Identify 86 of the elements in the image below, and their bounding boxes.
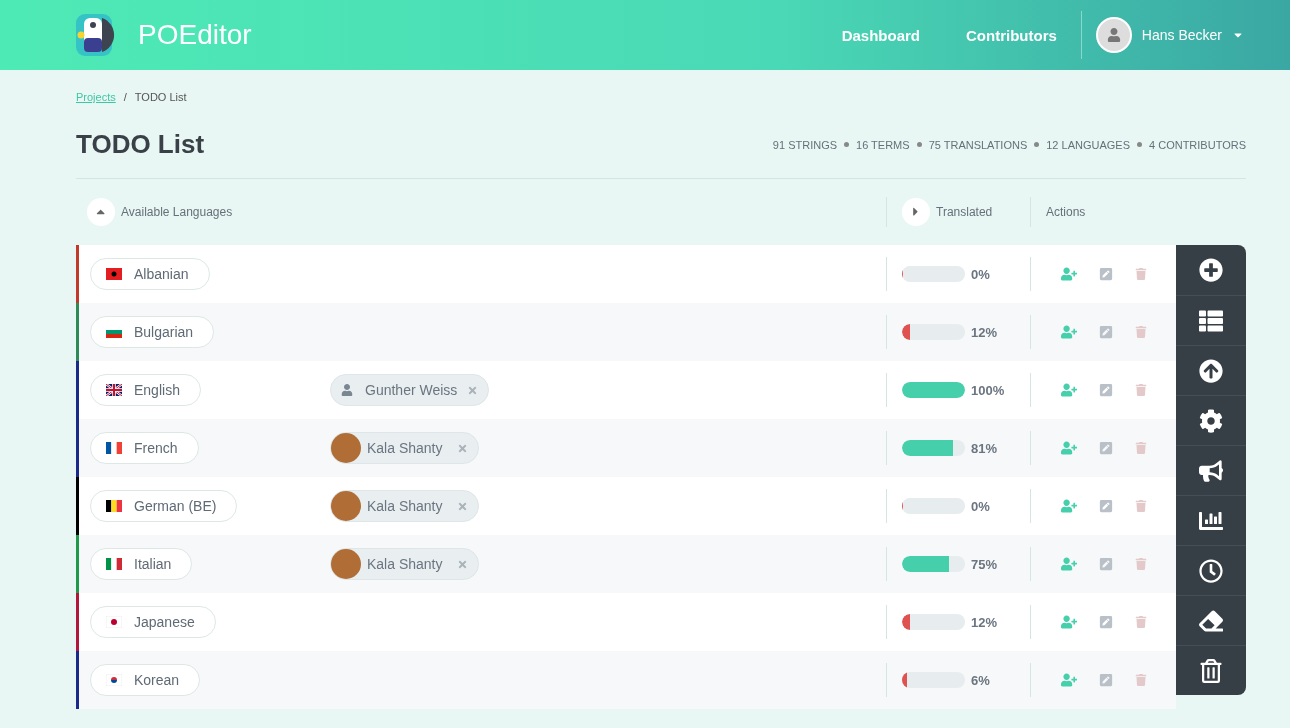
add-contributor-button[interactable] (1061, 498, 1077, 514)
delete-button[interactable] (1135, 384, 1147, 396)
list-icon (1199, 308, 1223, 333)
add-contributor-button[interactable] (1061, 440, 1077, 456)
delete-button[interactable] (1135, 616, 1147, 628)
remove-icon[interactable] (456, 500, 468, 512)
delete-button[interactable] (1135, 558, 1147, 570)
trash-icon (1199, 658, 1223, 683)
add-contributor-button[interactable] (1061, 382, 1077, 398)
language-tag[interactable]: Albanian (90, 258, 210, 290)
language-tag[interactable]: Korean (90, 664, 201, 696)
percent-text: 0% (971, 266, 990, 282)
avatar-placeholder (331, 549, 361, 579)
sort-button[interactable] (87, 198, 115, 226)
delete-button[interactable] (1135, 442, 1147, 454)
language-tag[interactable]: Japanese (90, 606, 216, 638)
flag-icon (106, 442, 122, 454)
delete-button[interactable] (1135, 326, 1147, 338)
clock-icon (1199, 558, 1223, 583)
flag-icon (106, 558, 122, 570)
percent-text: 81% (971, 440, 998, 456)
avatar-placeholder (331, 491, 361, 521)
flag-icon (106, 616, 122, 628)
add-contributor-button[interactable] (1061, 266, 1077, 282)
delete-button[interactable] (1135, 674, 1147, 686)
language-tag[interactable]: German (BE) (90, 490, 238, 522)
add-contributor-button[interactable] (1061, 614, 1077, 630)
language-tag[interactable]: Bulgarian (90, 316, 215, 348)
megaphone-icon (1199, 458, 1223, 483)
contributor-tag: Kala Shanty (330, 548, 479, 580)
stat-label: 12 LANGUAGES (1046, 138, 1130, 151)
sort-button[interactable] (902, 198, 930, 226)
edit-button[interactable] (1099, 325, 1113, 339)
flag-icon (106, 500, 122, 512)
flag-icon (106, 384, 122, 396)
percent-text: 6% (971, 672, 990, 688)
breadcrumb-current: TODO List (134, 91, 187, 103)
remove-icon[interactable] (467, 384, 479, 396)
user-avatar (1095, 17, 1132, 53)
separator-dot (916, 142, 922, 147)
percent-text: 12% (971, 614, 998, 630)
settings-icon (1199, 408, 1223, 433)
edit-button[interactable] (1099, 383, 1113, 397)
language-tag[interactable]: Italian (90, 548, 193, 580)
logo-text: POEditor (138, 19, 252, 51)
user-icon (341, 384, 353, 396)
edit-button[interactable] (1099, 441, 1113, 455)
edit-button[interactable] (1099, 267, 1113, 281)
delete-button[interactable] (1135, 268, 1147, 280)
upload-icon (1199, 358, 1223, 383)
stat-label: 4 CONTRIBUTORS (1149, 138, 1246, 151)
avatar-placeholder (331, 433, 361, 463)
column-header: Translated (936, 205, 993, 219)
edit-button[interactable] (1099, 615, 1113, 629)
edit-button[interactable] (1099, 557, 1113, 571)
percent-text: 0% (971, 498, 990, 514)
breadcrumb-separator: / (123, 91, 127, 103)
flag-icon (106, 268, 122, 280)
contributor-tag: Kala Shanty (330, 490, 479, 522)
add-contributor-button[interactable] (1061, 556, 1077, 572)
edit-button[interactable] (1099, 673, 1113, 687)
column-header: Available Languages (121, 205, 233, 219)
stat-label: 91 STRINGS (772, 138, 838, 151)
language-tag[interactable]: French (90, 432, 199, 464)
flag-icon (106, 674, 122, 686)
contributor-tag: Kala Shanty (330, 432, 479, 464)
contributor-tag: Gunther Weiss (330, 374, 490, 406)
separator-dot (844, 142, 850, 147)
stat-label: 75 TRANSLATIONS (928, 138, 1028, 151)
add-contributor-button[interactable] (1061, 672, 1077, 688)
percent-text: 12% (971, 324, 998, 340)
language-tag[interactable]: English (90, 374, 201, 406)
project-title: TODO List (76, 129, 205, 160)
separator-dot (1137, 142, 1142, 147)
eraser-icon (1199, 608, 1223, 633)
delete-button[interactable] (1135, 500, 1147, 512)
separator-dot (1034, 142, 1040, 147)
edit-button[interactable] (1099, 499, 1113, 513)
remove-icon[interactable] (456, 442, 468, 454)
add-icon (1199, 258, 1223, 282)
remove-icon[interactable] (456, 558, 468, 570)
add-contributor-button[interactable] (1061, 324, 1077, 340)
percent-text: 100% (971, 382, 1005, 398)
column-header: Actions (1046, 205, 1086, 219)
stat-label: 16 TERMS (856, 138, 910, 151)
percent-text: 75% (971, 556, 998, 572)
